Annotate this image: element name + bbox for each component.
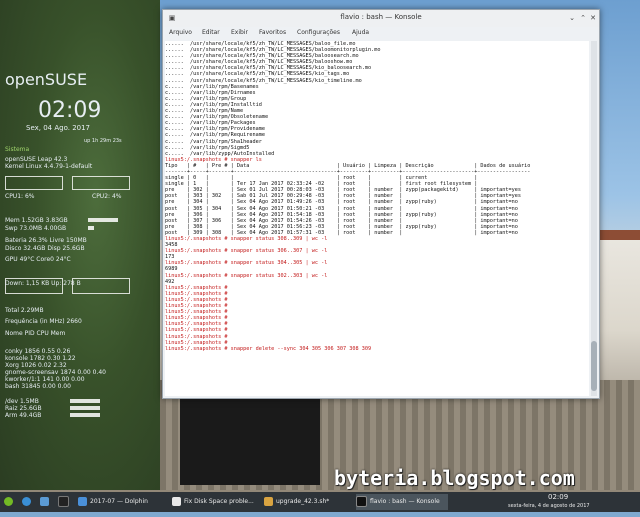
terminal-output[interactable]: ...... /usr/share/locale/kf5/zh_TW/LC_ME… [165, 41, 589, 396]
files-launcher-icon[interactable] [40, 494, 54, 510]
menu-configuracoes[interactable]: Configurações [297, 29, 340, 36]
cpu2-graph [72, 176, 130, 190]
conky-line: Total 2.29MB [5, 307, 44, 314]
conky-line: CPU1: 6% [5, 193, 35, 200]
conky-disk-row: Raiz 25.6GB [5, 405, 42, 412]
disk-bar [70, 413, 100, 417]
task-editor[interactable]: upgrade_42.3.sh* [264, 494, 352, 510]
scrollbar-thumb[interactable] [591, 341, 597, 391]
conky-line: GPU 49°C Core0 24°C [5, 256, 71, 263]
conky-uptime: up 1h 29m 23s [84, 138, 122, 144]
conky-line: Swp 73.0MB 4.00GB [5, 225, 67, 232]
conky-process-header: Nome PID CPU Mem [5, 330, 66, 337]
menu-arquivo[interactable]: Arquivo [169, 29, 192, 36]
conky-process-row: bash 31845 0.00 0.00 [5, 383, 71, 390]
close-icon[interactable]: ✕ [588, 13, 598, 23]
menu-editar[interactable]: Editar [202, 29, 220, 36]
conky-process-row: conky 1856 0.55 0.26 [5, 348, 71, 355]
menu-favoritos[interactable]: Favoritos [259, 29, 286, 36]
conky-line: Bateria 26.3% Livre 150MB [5, 237, 87, 244]
conky-section-system: Sistema [5, 146, 30, 153]
browser-icon [172, 497, 181, 506]
conky-date: Sex, 04 Ago. 2017 [26, 124, 91, 132]
taskbar-panel: 2017-07 — Dolphin Fix Disk Space proble.… [0, 492, 640, 512]
konsole-window[interactable]: ▣ flavio : bash — Konsole ⌄ ⌃ ✕ Arquivo … [162, 9, 600, 399]
terminal-icon [356, 496, 367, 507]
maximize-icon[interactable]: ⌃ [578, 13, 588, 23]
browser-launcher-icon[interactable] [22, 494, 36, 510]
window-title: flavio : bash — Konsole [340, 13, 422, 21]
cpu1-graph [5, 176, 63, 190]
disk-bar [70, 399, 100, 403]
terminal-prompt-line: linux5:/.snapshots # snapper delete --sy… [165, 345, 372, 352]
conky-disk-row: /dev 1.5MB [5, 398, 39, 405]
minimize-icon[interactable]: ⌄ [567, 13, 577, 23]
editor-icon [264, 497, 273, 506]
conky-process-row: gnome-screensav 1874 0.00 0.40 [5, 369, 106, 376]
conky-line: Kernel Linux 4.4.79-1-default [5, 163, 93, 170]
menu-exibir[interactable]: Exibir [231, 29, 248, 36]
watermark-text: byteria.blogspot.com [334, 466, 575, 490]
conky-process-row: Xorg 1026 0.02 2.32 [5, 362, 67, 369]
task-dolphin[interactable]: 2017-07 — Dolphin [78, 494, 166, 510]
conky-line: Disco 32.4GB Disp 25.6GB [5, 245, 85, 252]
conky-distro-name: openSUSE [5, 70, 88, 89]
disk-bar [70, 406, 100, 410]
conky-line: openSUSE Leap 42.3 [5, 156, 68, 163]
conky-line: CPU2: 4% [92, 193, 122, 200]
task-browser[interactable]: Fix Disk Space proble... [172, 494, 260, 510]
menu-bar: Arquivo Editar Exibir Favoritos Configur… [163, 27, 599, 40]
application-launcher-icon[interactable] [4, 494, 18, 510]
swap-bar [88, 226, 94, 230]
panel-clock-date[interactable]: sexta-feira, 4 de agosto de 2017 [508, 501, 590, 517]
conky-secondary-panel [180, 385, 320, 485]
terminal-scrollbar[interactable] [591, 41, 597, 396]
conky-line: Frequência (in MHz) 2660 [5, 318, 82, 325]
window-titlebar[interactable]: ▣ flavio : bash — Konsole ⌄ ⌃ ✕ [163, 10, 599, 28]
conky-process-row: konsole 1782 0.30 1.22 [5, 355, 76, 362]
conky-clock: 02:09 [38, 98, 102, 123]
folder-icon [78, 497, 87, 506]
menu-ajuda[interactable]: Ajuda [352, 29, 369, 36]
conky-line: Down: 1,15 KB Up: 278 B [5, 280, 81, 287]
conky-system-monitor: openSUSE 02:09 Sex, 04 Ago. 2017 up 1h 2… [0, 0, 138, 488]
task-konsole[interactable]: flavio : bash — Konsole [356, 494, 448, 510]
conky-line: Mem 1.52GB 3.83GB [5, 217, 68, 224]
conky-process-row: kworker/1:1 141 0.00 0.00 [5, 376, 85, 383]
terminal-launcher-icon[interactable] [58, 494, 72, 510]
mem-bar [88, 218, 118, 222]
conky-disk-row: Arm 49.4GB [5, 412, 42, 419]
